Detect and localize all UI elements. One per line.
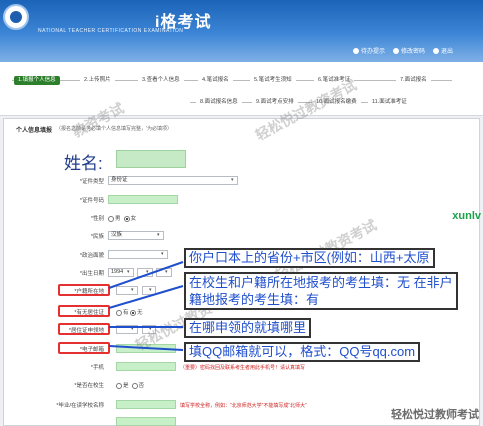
brand-watermark: 轻松悦过教师考试 <box>391 409 479 421</box>
enrolled-label: *是否在校生 <box>74 383 104 389</box>
school-field[interactable] <box>116 400 176 409</box>
side-tag: xunlv <box>452 210 481 222</box>
gender-label: *性别 <box>90 216 104 222</box>
step-3[interactable]: 3.查看个人信息 <box>138 76 184 85</box>
has-residence-label: *有无居住证 <box>74 310 104 316</box>
callout-email: 填QQ邮箱就可以，格式：QQ号qq.com <box>184 342 421 362</box>
hukou-label: *户籍所在地 <box>74 289 104 295</box>
bell-icon <box>352 47 359 54</box>
site-header: i格考试 NATIONAL TEACHER CERTIFICATION EXAM… <box>0 0 483 62</box>
cert-type-value: 身份证 <box>111 177 128 183</box>
callout-residence-line2: 籍地报考的考生填：有 <box>189 292 320 307</box>
ethnicity-select[interactable]: 汉族 ▾ <box>108 231 164 240</box>
ethnicity-value: 汉族 <box>111 232 123 238</box>
enrolled-options: 是 否 <box>116 381 144 389</box>
enrolled-no-radio[interactable] <box>131 382 138 389</box>
school-note: 填写学校全称，例如：“北京师范大学”不能填写成“北师大” <box>180 403 307 409</box>
step-4[interactable]: 4.笔试报名 <box>198 76 233 85</box>
logout-link[interactable]: 退出 <box>432 46 453 55</box>
phone-note: （重要）密码找回及联系考生者用此手机号！请认真填写 <box>180 365 306 371</box>
arrow-email <box>108 345 184 351</box>
cert-type-label: *证件类型 <box>79 179 104 185</box>
progress-steps: 1.填报个人信息 2.上传照片 3.查看个人信息 4.笔试报名 5.笔试考生须知… <box>0 62 483 116</box>
ethnicity-label: *民族 <box>90 234 104 240</box>
chevron-down-icon: ▾ <box>231 177 234 183</box>
cert-number-field[interactable] <box>108 195 178 204</box>
chevron-down-icon: ▾ <box>157 232 160 238</box>
step-7[interactable]: 7.面试报名 <box>396 76 431 85</box>
extra-field[interactable] <box>116 417 176 426</box>
site-logo <box>3 4 29 30</box>
chevron-down-icon: ▾ <box>161 251 164 257</box>
step-11[interactable]: 11.面试准考证 <box>368 98 411 107</box>
site-subtitle: NATIONAL TEACHER CERTIFICATION EXAMINATI… <box>38 28 184 34</box>
gender-male-radio[interactable] <box>108 215 114 222</box>
key-icon <box>392 47 399 54</box>
name-field[interactable] <box>116 150 186 168</box>
gender-male-label: 男 <box>115 216 121 222</box>
arrow-residence <box>108 285 184 309</box>
birth-label: *出生日期 <box>79 271 104 277</box>
gender-options: 男 女 <box>108 214 136 222</box>
todo-link[interactable]: 待办提示 <box>352 46 385 55</box>
politics-label: *政治面貌 <box>79 253 104 259</box>
enrolled-no-label: 否 <box>138 383 145 389</box>
change-password-link[interactable]: 修改密码 <box>392 46 425 55</box>
enrolled-yes-radio[interactable] <box>116 382 122 389</box>
step-1[interactable]: 1.填报个人信息 <box>14 76 60 85</box>
callout-residence-line1: 在校生和户籍所在地报考的考生填：无 在非户 <box>189 275 453 290</box>
gender-female-label: 女 <box>130 216 137 222</box>
step-5[interactable]: 5.笔试考生须知 <box>250 76 296 85</box>
step-8[interactable]: 8.面试报名信息 <box>196 98 242 107</box>
name-label: 姓名: <box>64 154 103 173</box>
step-2[interactable]: 2.上传照片 <box>80 76 115 85</box>
cert-number-label: *证件号码 <box>79 198 104 204</box>
cert-type-select[interactable]: 身份证 ▾ <box>108 176 238 185</box>
politics-select[interactable]: ▾ <box>108 250 168 259</box>
header-links: 待办提示 修改密码 退出 <box>352 46 453 55</box>
callout-residence-place: 在哪申领的就填哪里 <box>184 318 312 338</box>
callout-residence: 在校生和户籍所在地报考的考生填：无 在非户 籍地报考的考生填：有 <box>184 272 458 310</box>
phone-label: *手机 <box>90 365 104 371</box>
arrow-hukou <box>108 261 184 289</box>
school-label: *毕业/在读学校名称 <box>56 403 104 409</box>
callout-hukou: 你户口本上的省份+市区(例如：山西+太原 <box>184 248 435 268</box>
enrolled-yes-label: 是 <box>123 383 129 389</box>
callout-arrows <box>108 261 184 309</box>
email-label: *电子邮箱 <box>79 347 104 353</box>
power-icon <box>432 47 439 54</box>
panel-title: 个人信息填报 <box>16 128 53 134</box>
gender-female-radio[interactable] <box>123 215 130 222</box>
callout-arrows-2 <box>108 326 184 351</box>
residence-place-label: *居住证申领地 <box>68 328 104 334</box>
